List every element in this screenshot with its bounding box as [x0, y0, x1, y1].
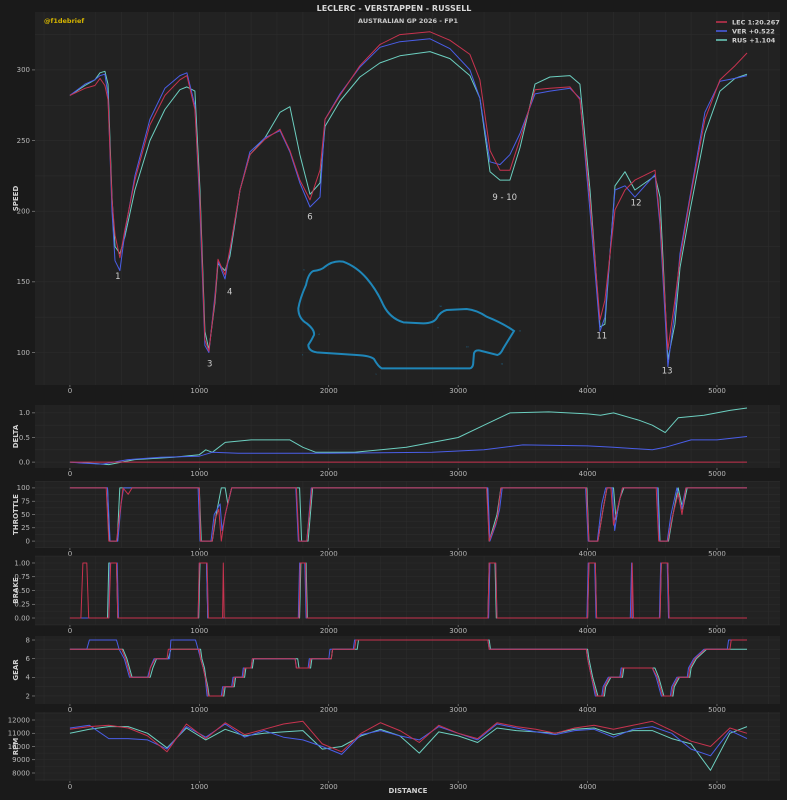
- panel-brake: 0.000.250.500.751.000 1000 2000 3000 4000 500…: [12, 555, 780, 635]
- watermark: @f1debrief: [44, 17, 84, 25]
- x-tick-label: 1000: [190, 783, 208, 791]
- x-tick-label: 4000: [579, 470, 597, 478]
- x-tick-label: 0: [68, 470, 72, 478]
- y-tick-label: 50: [21, 511, 30, 519]
- y-tick-label: 100: [17, 349, 30, 357]
- y-tick-label: 8000: [12, 769, 30, 777]
- y-axis-label: GEAR: [12, 659, 20, 681]
- corner-label: 9 - 10: [492, 193, 517, 203]
- y-tick-label: 150: [17, 278, 30, 286]
- y-axis-label: SPEED: [12, 186, 20, 212]
- y-tick-label: 0.00: [14, 614, 30, 622]
- x-tick-label: 4000: [579, 627, 597, 635]
- y-tick-label: 1.0: [19, 409, 30, 417]
- x-tick-label: 1000: [190, 627, 208, 635]
- x-tick-label: 5000: [708, 387, 726, 395]
- y-axis-label: THROTTLE: [12, 494, 20, 535]
- legend-label-ver: VER +0.522: [732, 28, 775, 36]
- x-tick-label: 3000: [449, 783, 467, 791]
- x-tick-label: 4000: [579, 783, 597, 791]
- panel-gear: 24680 1000 2000 3000 4000 5000GEAR: [12, 636, 780, 714]
- y-axis-label: BRAKE: [12, 577, 20, 604]
- x-tick-label: 0: [68, 627, 72, 635]
- x-tick-label: 2000: [320, 627, 338, 635]
- y-tick-label: 9000: [12, 756, 30, 764]
- y-tick-label: 250: [17, 137, 30, 145]
- x-axis-label: DISTANCE: [389, 787, 428, 795]
- y-tick-label: 4: [26, 674, 31, 682]
- x-tick-label: 2000: [320, 470, 338, 478]
- y-tick-label: 300: [17, 66, 30, 74]
- x-tick-label: 0: [68, 387, 72, 395]
- y-tick-label: 8: [26, 636, 30, 644]
- x-tick-label: 3000: [449, 470, 467, 478]
- x-tick-label: 5000: [708, 627, 726, 635]
- x-tick-label: 0: [68, 783, 72, 791]
- corner-label: 6: [307, 213, 312, 223]
- x-tick-label: 4000: [579, 387, 597, 395]
- chart-title: LECLERC - VERSTAPPEN - RUSSELL: [317, 4, 472, 13]
- x-tick-label: 3000: [449, 387, 467, 395]
- y-tick-label: 25: [21, 524, 30, 532]
- y-axis-label: DELTA: [12, 424, 20, 448]
- x-tick-label: 2000: [320, 387, 338, 395]
- corner-label: 4: [227, 288, 232, 298]
- y-tick-label: 12000: [8, 716, 30, 724]
- legend-label-lec: LEC 1:20.267: [732, 19, 780, 27]
- y-tick-label: 6: [26, 655, 31, 663]
- corner-label: 12: [631, 199, 642, 209]
- plot-area: [35, 636, 780, 704]
- y-tick-label: 0.0: [19, 458, 30, 466]
- chart-subtitle: AUSTRALIAN GP 2026 - FP1: [358, 17, 458, 25]
- corner-label: 3: [207, 360, 212, 370]
- x-tick-label: 1000: [190, 387, 208, 395]
- y-tick-label: 11000: [8, 730, 30, 738]
- x-tick-label: 5000: [708, 783, 726, 791]
- corner-label: 1: [115, 272, 120, 282]
- telemetry-chart: 1001502002503000 1000 2000 3000 4000 5000SPEE…: [0, 0, 787, 800]
- y-tick-label: 0: [26, 537, 30, 545]
- panel-rpm: 800090001000011000120000 1000 2000 3000 4000…: [8, 712, 780, 791]
- corner-label: 13: [662, 367, 673, 377]
- y-tick-label: 75: [21, 498, 30, 506]
- x-tick-label: 5000: [708, 470, 726, 478]
- panel-speed: 1001502002503000 1000 2000 3000 4000 5000SPEE…: [12, 12, 780, 395]
- y-tick-label: 2: [26, 692, 30, 700]
- panel-delta: 0.0 0.5 1.0 0 1000 2000 3000 4000 5000 DELTA: [12, 405, 780, 478]
- x-tick-label: 2000: [320, 783, 338, 791]
- y-axis-label: RPM: [12, 738, 20, 756]
- x-tick-label: 3000: [449, 627, 467, 635]
- legend-label-rus: RUS +1.104: [732, 37, 776, 45]
- y-tick-label: 1.00: [14, 559, 30, 567]
- y-tick-label: 100: [17, 484, 30, 492]
- legend: LEC 1:20.267 VER +0.522 RUS +1.104: [716, 19, 780, 45]
- plot-area: [35, 12, 780, 385]
- y-tick-label: 0.5: [19, 434, 30, 442]
- corner-label: 11: [596, 331, 607, 341]
- x-tick-label: 1000: [190, 470, 208, 478]
